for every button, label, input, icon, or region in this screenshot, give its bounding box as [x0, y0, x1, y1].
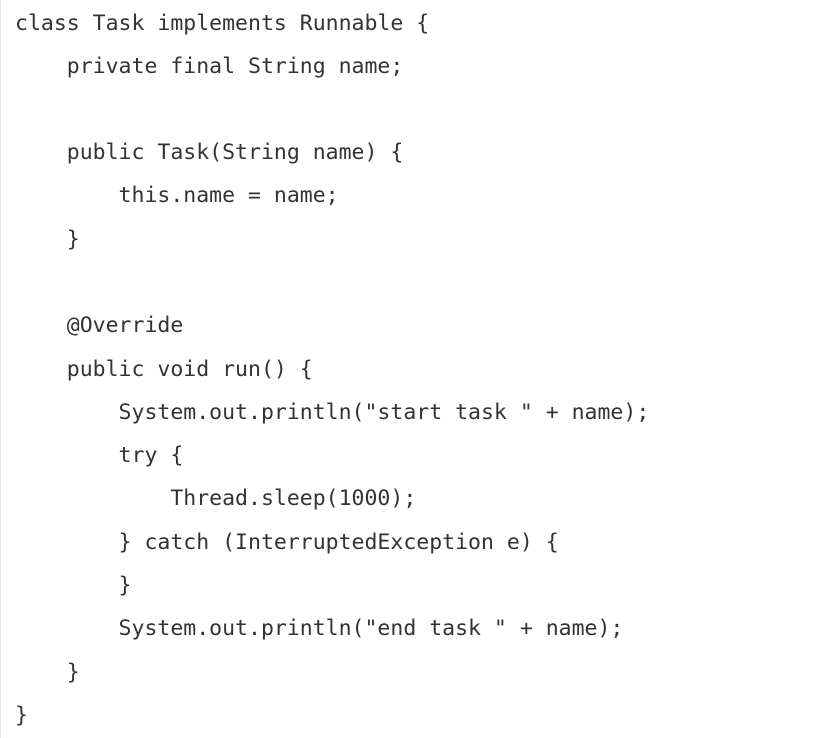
code-line: this.name = name; — [15, 183, 339, 208]
code-line: class Task implements Runnable { — [15, 11, 430, 36]
code-block: class Task implements Runnable { private… — [0, 0, 824, 738]
code-line: Thread.sleep(1000); — [15, 486, 417, 511]
code-line: } catch (InterruptedException e) { — [15, 530, 559, 555]
code-line: } — [15, 573, 132, 598]
code-line: public void run() { — [15, 357, 313, 382]
code-line: System.out.println("start task " + name)… — [15, 400, 650, 425]
code-line: } — [15, 703, 28, 728]
code-line: } — [15, 660, 80, 685]
code-line: public Task(String name) { — [15, 140, 404, 165]
code-line: try { — [15, 443, 184, 468]
code-line: System.out.println("end task " + name); — [15, 616, 624, 641]
code-line: @Override — [15, 313, 184, 338]
code-line: private final String name; — [15, 54, 404, 79]
code-line: } — [15, 227, 80, 252]
